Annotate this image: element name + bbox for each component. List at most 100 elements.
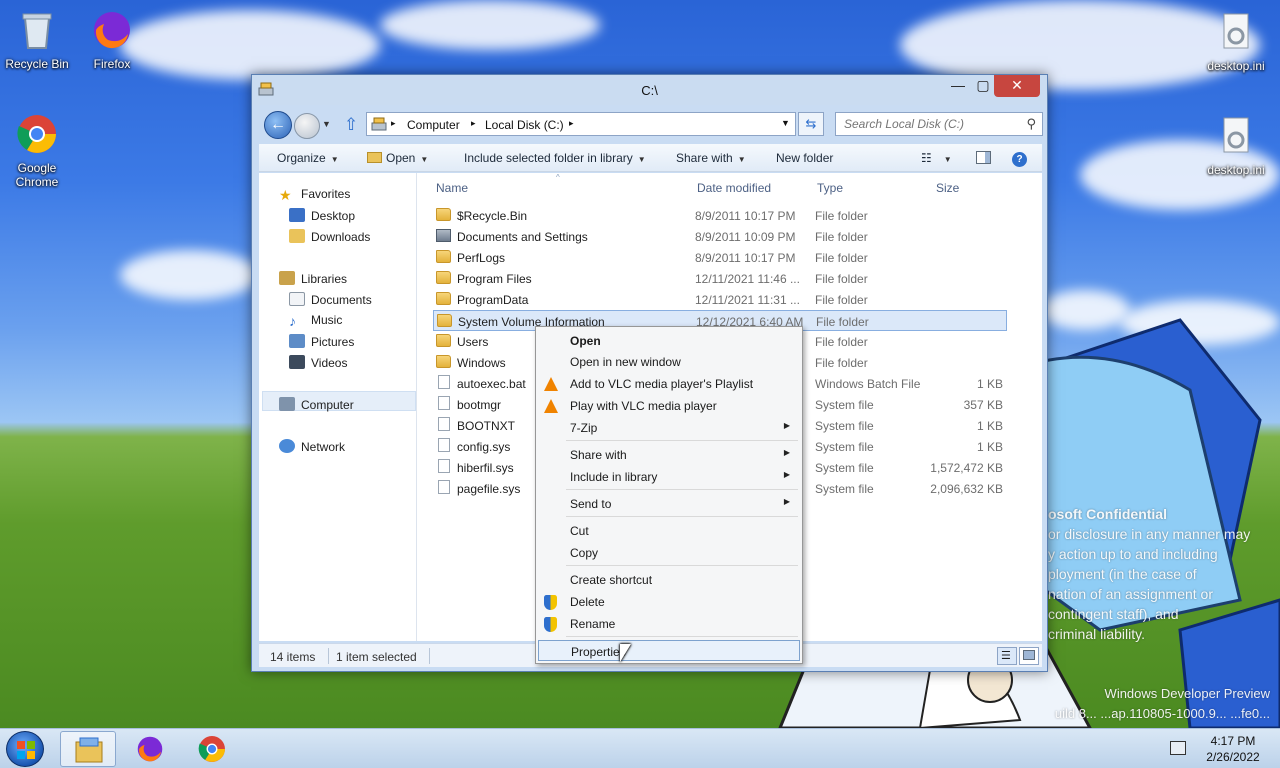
file-row[interactable]: Program Files 12/11/2021 11:46 ... File fo… [433,268,1007,289]
details-view-icon: ☰ [1001,650,1011,662]
file-name: Program Files [457,272,532,286]
menu-item-7-zip[interactable]: 7-Zip ▶ [538,417,800,438]
breadcrumb-separator[interactable]: ▸ [391,118,396,129]
network-tray-icon[interactable] [1170,741,1186,755]
firefox-shortcut[interactable]: Firefox [77,8,147,71]
nav-libraries[interactable]: Libraries [279,271,347,286]
start-button[interactable] [6,731,44,767]
computer-icon [371,117,387,131]
file-row[interactable]: PerfLogs 8/9/2011 10:17 PM File folder [433,247,1007,268]
file-type: File folder [815,272,868,286]
menu-item-properties[interactable]: Properties [538,640,800,661]
menu-item-send-to[interactable]: Send to ▶ [538,493,800,514]
folder-icon [436,271,451,284]
preview-pane-button[interactable] [976,151,991,167]
nav-desktop[interactable]: Desktop [289,208,355,223]
google-chrome-label: Google Chrome [15,161,59,189]
maximize-button[interactable]: ▢ [972,75,994,97]
folder-icon [436,208,451,221]
file-date: 8/9/2011 10:09 PM [695,230,796,244]
menu-item-label: Copy [570,546,599,560]
refresh-button[interactable]: ⇆ [798,112,824,136]
menu-item-cut[interactable]: Cut [538,520,800,541]
address-dropdown-icon[interactable]: ▼ [781,118,790,128]
details-view-button[interactable]: ☰ [997,647,1017,665]
large-icons-view-button[interactable] [1019,647,1039,665]
folder-icon [437,314,452,327]
close-button[interactable]: ✕ [994,75,1040,97]
up-arrow-icon[interactable]: ⇧ [344,115,358,135]
recycle-bin-shortcut[interactable]: Recycle Bin [2,8,72,71]
view-list-icon: ☷ [921,151,932,165]
nav-network[interactable]: Network [279,439,345,454]
file-row[interactable]: Documents and Settings 8/9/2011 10:09 PM F… [433,226,1007,247]
search-input[interactable] [836,113,1016,135]
videos-icon [289,355,305,369]
forward-button[interactable] [294,113,320,139]
menu-separator [566,440,798,441]
breadcrumb-separator[interactable]: ▸ [471,118,476,129]
google-chrome-shortcut[interactable]: Google Chrome [2,112,72,189]
desktop-ini-shortcut-2[interactable]: desktop.ini [1201,114,1271,177]
file-type: System file [815,440,874,454]
column-header-type[interactable]: Type [817,181,843,195]
menu-item-open-in-new-window[interactable]: Open in new window [538,351,800,372]
title-bar[interactable]: C:\ — ▢ ✕ [252,75,1047,105]
recent-pages-dropdown[interactable]: ▼ [322,119,331,129]
nav-pictures[interactable]: Pictures [289,334,354,349]
breadcrumb-computer[interactable]: Computer [407,118,460,132]
menu-item-create-shortcut[interactable]: Create shortcut [538,569,800,590]
back-button[interactable]: ← [264,111,292,139]
organize-button[interactable]: Organize ▼ [277,151,339,165]
menu-item-rename[interactable]: Rename [538,613,800,634]
navigation-pane: ★ Favorites Desktop Downloads Libraries D… [259,173,417,641]
menu-item-open[interactable]: Open [538,330,800,351]
open-button[interactable]: Open ▼ [367,151,428,165]
menu-item-include-in-library[interactable]: Include in library ▶ [538,466,800,487]
column-header-size[interactable]: Size [936,181,959,195]
recycle-bin-label: Recycle Bin [5,57,69,71]
share-with-button[interactable]: Share with ▼ [676,151,746,165]
file-type: Windows Batch File [815,377,921,391]
clock[interactable]: 4:17 PM 2/26/2022 [1198,733,1268,765]
breadcrumb-local-disk[interactable]: Local Disk (C:) [485,118,564,132]
open-label: Open [386,151,416,165]
menu-item-add-to-vlc-media-player-s-playlist[interactable]: Add to VLC media player's Playlist [538,373,800,394]
mouse-cursor [620,644,631,662]
menu-item-play-with-vlc-media-player[interactable]: Play with VLC media player [538,395,800,416]
file-row[interactable]: ProgramData 12/11/2021 11:31 ... File fold… [433,289,1007,310]
breadcrumb-separator[interactable]: ▸ [569,118,574,129]
change-view-button[interactable]: ☷ ▼ [921,151,952,165]
new-folder-button[interactable]: New folder [776,151,833,165]
search-box[interactable]: ⚲ [835,112,1043,136]
desktop-ini-shortcut-1[interactable]: desktop.ini [1201,10,1271,73]
search-icon[interactable]: ⚲ [1026,116,1036,132]
menu-item-label: Create shortcut [570,573,653,587]
nav-documents[interactable]: Documents [289,292,372,307]
menu-item-share-with[interactable]: Share with ▶ [538,444,800,465]
file-row[interactable]: $Recycle.Bin 8/9/2011 10:17 PM File folder [433,205,1007,226]
help-button[interactable]: ? [1012,151,1027,167]
menu-item-copy[interactable]: Copy [538,542,800,563]
taskbar-chrome[interactable] [184,731,240,767]
nav-videos[interactable]: Videos [289,355,347,370]
column-header-name[interactable]: Name [436,181,468,195]
nav-downloads[interactable]: Downloads [289,229,370,244]
taskbar-firefox[interactable] [122,731,178,767]
include-in-library-button[interactable]: Include selected folder in library ▼ [464,151,646,165]
build-line: Windows Developer Preview [1104,686,1270,701]
libraries-icon [279,271,295,285]
minimize-button[interactable]: — [946,75,970,97]
nav-favorites[interactable]: ★ Favorites [279,187,350,203]
watermark-line: nation of an assignment or [1048,586,1213,602]
menu-item-delete[interactable]: Delete [538,591,800,612]
menu-item-label: Rename [570,617,616,631]
nav-music[interactable]: ♪ Music [289,313,342,329]
column-header-date[interactable]: Date modified [697,181,771,195]
file-type: System file [815,461,874,475]
file-name: autoexec.bat [457,377,526,391]
address-bar[interactable]: ▸ Computer ▸ Local Disk (C:) ▸ ▼ [366,112,796,136]
watermark-line: ployment (in the case of [1048,566,1197,582]
nav-computer[interactable]: Computer [279,397,354,412]
taskbar-explorer[interactable] [60,731,116,767]
